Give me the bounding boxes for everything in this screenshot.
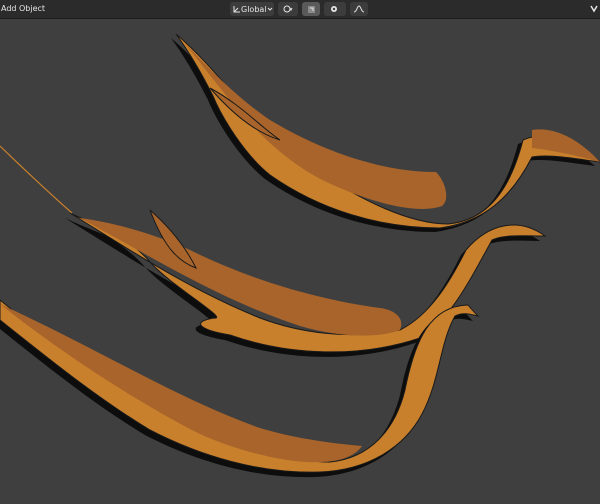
- pivot-point-dropdown[interactable]: [278, 2, 298, 16]
- transform-orientation-dropdown[interactable]: Global: [230, 2, 274, 16]
- magnet-icon: [307, 5, 316, 14]
- proportional-editing-toggle[interactable]: [324, 2, 346, 16]
- pivot-icon: [283, 5, 293, 13]
- viewport-canvas: [0, 33, 600, 478]
- transform-orientation-value: Global: [241, 4, 267, 14]
- proportional-editing-icon: [330, 5, 341, 13]
- viewport-header: Add Object Global: [0, 0, 600, 19]
- falloff-curve-icon: [353, 5, 365, 13]
- bird-middle-tail-string: [0, 145, 73, 214]
- 3d-viewport[interactable]: [0, 19, 600, 500]
- chevron-down-icon: [267, 6, 273, 12]
- menu-add[interactable]: Add: [1, 3, 17, 15]
- bird-top[interactable]: [171, 33, 600, 232]
- menu-object[interactable]: Object: [19, 3, 45, 15]
- snap-toggle[interactable]: [302, 2, 320, 16]
- axis-icon: [233, 5, 241, 13]
- transform-tools: Global: [230, 2, 368, 16]
- falloff-dropdown[interactable]: [350, 2, 368, 16]
- overlay-menu-icon[interactable]: [589, 3, 599, 15]
